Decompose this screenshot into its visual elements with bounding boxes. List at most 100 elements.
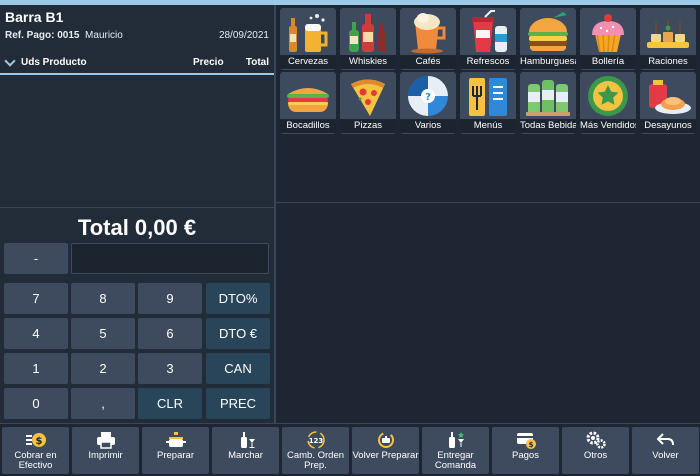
deliver-order-button[interactable]: Entregar Comanda [422,427,489,474]
category-bocadillos[interactable]: Bocadillos [280,72,336,134]
key-3[interactable]: 3 [138,353,202,384]
category-mas-vendidos[interactable]: Más Vendidos [580,72,636,134]
category-varios[interactable]: ? Varios [400,72,456,134]
button-label: Marchar [228,450,263,461]
category-pizzas[interactable]: Pizzas [340,72,396,134]
deliver-drink-icon [449,432,464,448]
category-label: Bocadillos [280,119,336,133]
tapas-icon [647,20,689,48]
category-cervezas[interactable]: Cervezas [280,8,336,70]
key-5[interactable]: 5 [71,318,135,349]
category-label: Raciones [640,55,696,69]
change-prep-order-button[interactable]: 123 Camb. Orden Prep. [282,427,349,474]
button-label: Entregar Comanda [434,450,477,471]
svg-text:123: 123 [309,437,324,445]
category-label: Varios [400,119,456,133]
chevron-down-icon[interactable] [4,55,16,67]
category-label: Bollería [580,55,636,69]
key-8[interactable]: 8 [71,283,135,314]
ticket-columns-header[interactable]: Uds Producto Precio Total [0,53,274,75]
column-precio: Precio [193,57,224,68]
category-label: Cervezas [280,55,336,69]
payments-button[interactable]: $ Pagos [492,427,559,474]
category-label: Refrescos [460,55,516,69]
category-whiskies[interactable]: Whiskies [340,8,396,70]
cancel-key[interactable]: CAN [206,353,270,384]
button-label: Camb. Orden Prep. [286,450,345,471]
reorder-123-icon: 123 [307,431,325,449]
pot-icon [166,432,186,447]
column-total: Total [245,57,269,68]
category-todas-bebidas[interactable]: Todas Bebidas [520,72,576,134]
march-button[interactable]: Marchar [212,427,279,474]
key-0[interactable]: 0 [4,388,68,419]
back-button[interactable]: Volver [632,427,699,474]
button-label: Volver [652,450,679,461]
keypad-display [71,243,269,274]
print-button[interactable]: Imprimir [72,427,139,474]
printer-icon [97,432,115,449]
payment-ref: Ref. Pago: 0015 [5,30,80,41]
whisky-icon [349,14,386,52]
key-4[interactable]: 4 [4,318,68,349]
gears-icon [586,431,606,449]
category-desayunos[interactable]: Desayunos [640,72,696,134]
category-menus[interactable]: Menús [460,72,516,134]
key-7[interactable]: 7 [4,283,68,314]
pizza-icon [351,79,385,116]
svg-text:$: $ [36,436,43,447]
key-9[interactable]: 9 [138,283,202,314]
dto-euro-key[interactable]: DTO € [206,318,270,349]
menu-icon [469,78,507,116]
category-label: Pizzas [340,119,396,133]
bottle-glass-icon [241,432,255,448]
category-raciones[interactable]: Raciones [640,8,696,70]
category-label: Cafés [400,55,456,69]
comma-key[interactable]: , [71,388,135,419]
ticket-ref: Ref. Pago: 0015 Mauricio [5,30,123,41]
category-label: Menús [460,119,516,133]
divider [0,207,274,208]
misc-wheel-icon: ? [408,76,448,116]
key-2[interactable]: 2 [71,353,135,384]
category-refrescos[interactable]: Refrescos [460,8,516,70]
dto-percent-key[interactable]: DTO% [206,283,270,314]
svg-text:$: $ [529,441,534,449]
redo-prepare-icon [378,432,394,448]
waiter-name: Mauricio [85,30,123,41]
key-6[interactable]: 6 [138,318,202,349]
bottom-toolbar: $ Cobrar en Efectivo Imprimir Preparar M… [0,423,700,476]
prepare-again-button[interactable]: Volver Preparar [352,427,419,474]
svg-text:?: ? [425,92,431,103]
ticket-header: Barra B1 Ref. Pago: 0015 Mauricio 28/09/… [0,5,274,47]
beer-icon [289,14,328,52]
button-label: Pagos [512,450,539,461]
clear-key[interactable]: CLR [138,388,202,419]
key-1[interactable]: 1 [4,353,68,384]
soda-icon [472,10,507,52]
others-button[interactable]: Otros [562,427,629,474]
back-arrow-icon [656,433,674,446]
category-bolleria[interactable]: Bollería [580,8,636,70]
button-label: Otros [583,450,608,461]
breakfast-icon [649,80,691,114]
category-label: Hamburguesas [520,55,576,69]
prepare-button[interactable]: Preparar [142,427,209,474]
cupcake-icon [592,14,624,53]
ticket-date: 28/09/2021 [218,30,269,41]
category-label: Whiskies [340,55,396,69]
ticket-title: Barra B1 [5,9,64,25]
ticket-lines-list[interactable] [0,77,274,207]
column-uds-producto: Uds Producto [21,57,87,68]
burger-icon [528,12,568,52]
minus-key[interactable]: - [4,243,68,274]
drinks-icon [526,80,570,116]
category-hamburguesas[interactable]: Hamburguesas [520,8,576,70]
sandwich-icon [287,88,329,112]
cash-payment-button[interactable]: $ Cobrar en Efectivo [2,427,69,474]
card-payment-icon: $ [517,433,536,449]
price-key[interactable]: PREC [206,388,270,419]
category-label: Desayunos [640,119,696,133]
button-label: Cobrar en Efectivo [14,450,57,471]
category-cafes[interactable]: Cafés [400,8,456,70]
